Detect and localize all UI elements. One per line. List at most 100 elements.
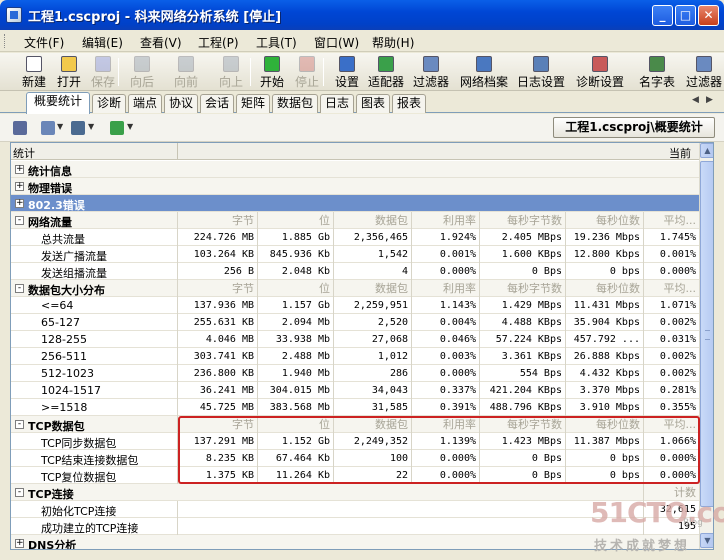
metric-value-cell: 0.001%	[643, 246, 699, 263]
grid-row-data[interactable]: 256-511 303.741 KB 2.488 Mb 1,012 0.003% 3.36…	[11, 348, 699, 365]
menu-help[interactable]: 帮助(H)	[372, 34, 414, 51]
tab-1[interactable]: 诊断	[92, 94, 126, 113]
minimize-button[interactable]: _	[652, 5, 673, 26]
grid-row-data[interactable]: TCP结束连接数据包 8.235 KB 67.464 Kb 100 0.000% 0 Bp…	[11, 450, 699, 467]
toolbar-button-save[interactable]: 保存	[89, 56, 117, 90]
column-header-statistics[interactable]: 统计	[13, 145, 35, 161]
metric-value-cell: 1.152 Gb	[257, 433, 333, 450]
grid-row-data[interactable]: 发送广播流量 103.264 KB 845.936 Kb 1,542 0.001% 1.6…	[11, 246, 699, 263]
item-name: 发送组播流量	[41, 267, 107, 280]
metric-value-cell: 0.337%	[411, 382, 479, 399]
tab-4[interactable]: 会话	[200, 94, 234, 113]
grid-row-data[interactable]: TCP同步数据包 137.291 MB 1.152 Gb 2,249,352 1.139…	[11, 433, 699, 450]
item-name: 总共流量	[41, 233, 85, 246]
metric-value-cell: 0.000%	[411, 450, 479, 467]
toolbar-button-label: 过滤器	[685, 75, 722, 89]
diagnosis-settings-icon	[592, 56, 608, 72]
refresh-dropdown-icon[interactable]: ▼	[127, 122, 133, 131]
grid-row-data[interactable]: <=64 137.936 MB 1.157 Gb 2,259,951 1.143% 1.4…	[11, 297, 699, 314]
column-header-current[interactable]: 当前	[669, 145, 691, 161]
toolbar-button-stop[interactable]: 停止	[293, 56, 321, 90]
grid-row-group[interactable]: + 物理错误	[11, 178, 699, 195]
toolbar-button-open-folder[interactable]: 打开	[55, 56, 83, 90]
toolbar-button-adapter[interactable]: 适配器	[367, 56, 405, 90]
menu-file[interactable]: 文件(F)	[24, 34, 64, 51]
tab-6[interactable]: 数据包	[272, 94, 318, 113]
grid-row-group[interactable]: + 统计信息	[11, 161, 699, 178]
metric-value-cell: 100	[333, 450, 411, 467]
grid-row-data[interactable]: 总共流量 224.726 MB 1.885 Gb 2,356,465 1.924% 2.4…	[11, 229, 699, 246]
metric-value-cell: 0 Bps	[479, 263, 565, 280]
expand-icon[interactable]: +	[15, 165, 24, 174]
expand-icon[interactable]: +	[15, 539, 24, 548]
menu-tools[interactable]: 工具(T)	[256, 34, 297, 51]
toolbar-button-new-file[interactable]: 新建	[20, 56, 48, 90]
tab-9[interactable]: 报表	[392, 94, 426, 113]
toolbar-button-filter[interactable]: 过滤器	[412, 56, 450, 90]
grid-row-header[interactable]: - 网络流量 字节位数据包 利用率 每秒字节数 每秒位数 平均...	[11, 212, 699, 229]
menu-view[interactable]: 查看(V)	[140, 34, 182, 51]
item-name: 65-127	[41, 316, 80, 329]
collapse-icon[interactable]: -	[15, 216, 24, 225]
toolbar-button-filter2[interactable]: 过滤器	[685, 56, 723, 90]
tab-7[interactable]: 日志	[320, 94, 354, 113]
toolbar-button-forward-arrow[interactable]: 向前	[172, 56, 200, 90]
grid-row-data[interactable]: 65-127 255.631 KB 2.094 Mb 2,520 0.004% 4.488…	[11, 314, 699, 331]
toolbar-button-diagnosis-settings[interactable]: 诊断设置	[575, 56, 625, 90]
tab-scroll-right-icon[interactable]: ▶	[706, 95, 713, 105]
grid-row-data[interactable]: 发送组播流量 256 B 2.048 Kb 4 0.000% 0 Bps 0 bps 0.00…	[11, 263, 699, 280]
toolbar-button-name-table[interactable]: 名字表	[638, 56, 676, 90]
tab-2[interactable]: 端点	[128, 94, 162, 113]
menu-project[interactable]: 工程(P)	[198, 34, 239, 51]
layout-dropdown-icon[interactable]: ▼	[57, 122, 63, 131]
grid-row-header[interactable]: - TCP数据包 字节位数据包 利用率 每秒字节数 每秒位数 平均...	[11, 416, 699, 433]
refresh-icon[interactable]	[110, 121, 124, 135]
tab-strip: ◀ ▶ 概要统计 诊断 端点 协议 会话 矩阵 数据包 日志 图表 报表	[0, 92, 724, 114]
title-bar[interactable]: 工程1.cscproj - 科来网络分析系统 [停止] _ □ ✕	[0, 0, 724, 30]
save-view-icon[interactable]	[13, 121, 27, 135]
toolbar-button-network-profile[interactable]: 网络档案	[459, 56, 509, 90]
display-icon[interactable]	[71, 121, 85, 135]
collapse-icon[interactable]: -	[15, 420, 24, 429]
toolbar-button-up-arrow[interactable]: 向上	[217, 56, 245, 90]
scroll-thumb[interactable]	[700, 161, 713, 507]
grid-row-data[interactable]: 128-255 4.046 MB 33.938 Mb 27,068 0.046% 57.2…	[11, 331, 699, 348]
collapse-icon[interactable]: -	[15, 488, 24, 497]
display-dropdown-icon[interactable]: ▼	[88, 122, 94, 131]
metric-value-cell: 8.235 KB	[177, 450, 257, 467]
layout-icon[interactable]	[41, 121, 55, 135]
scroll-up-icon[interactable]: ▲	[700, 143, 713, 158]
toolbar-button-log-settings[interactable]: 日志设置	[516, 56, 566, 90]
vertical-scrollbar[interactable]: ▲ ▼	[699, 143, 713, 549]
collapse-icon[interactable]: -	[15, 284, 24, 293]
metric-value-cell: 1.157 Gb	[257, 297, 333, 314]
grid-row-header[interactable]: - 数据包大小分布 字节位数据包 利用率 每秒字节数 每秒位数 平均...	[11, 280, 699, 297]
grid-row-data[interactable]: 512-1023 236.800 KB 1.940 Mb 286 0.000% 554 B…	[11, 365, 699, 382]
grid-row-data[interactable]: TCP复位数据包 1.375 KB 11.264 Kb 22 0.000% 0 Bps 0 …	[11, 467, 699, 484]
new-file-icon	[26, 56, 42, 72]
scroll-down-icon[interactable]: ▼	[700, 533, 713, 548]
metric-value-cell: 0.000%	[643, 450, 699, 467]
metric-value-cell: 0.281%	[643, 382, 699, 399]
tab-8[interactable]: 图表	[356, 94, 390, 113]
tab-3[interactable]: 协议	[164, 94, 198, 113]
toolbar-button-label: 保存	[90, 75, 115, 89]
grid-row-data[interactable]: >=1518 45.725 MB 383.568 Mb 31,585 0.391% 488…	[11, 399, 699, 416]
metric-value-cell: 36.241 MB	[177, 382, 257, 399]
toolbar-button-settings[interactable]: 设置	[333, 56, 361, 90]
grid-row-selected[interactable]: +802.3错误	[11, 195, 699, 212]
toolbar-button-back-arrow[interactable]: 向后	[128, 56, 156, 90]
toolbar-button-label: 适配器	[367, 75, 404, 89]
maximize-button[interactable]: □	[675, 5, 696, 26]
grid-row-data[interactable]: 1024-1517 36.241 MB 304.015 Mb 34,043 0.337%…	[11, 382, 699, 399]
tab-5[interactable]: 矩阵	[236, 94, 270, 113]
group-name: TCP连接	[28, 488, 74, 501]
tab-scroll-left-icon[interactable]: ◀	[692, 95, 699, 105]
expand-icon[interactable]: +	[15, 199, 24, 208]
menu-window[interactable]: 窗口(W)	[314, 34, 359, 51]
expand-icon[interactable]: +	[15, 182, 24, 191]
toolbar-button-start[interactable]: 开始	[258, 56, 286, 90]
menu-edit[interactable]: 编辑(E)	[82, 34, 123, 51]
tab-0[interactable]: 概要统计	[26, 92, 90, 114]
close-button[interactable]: ✕	[698, 5, 719, 26]
